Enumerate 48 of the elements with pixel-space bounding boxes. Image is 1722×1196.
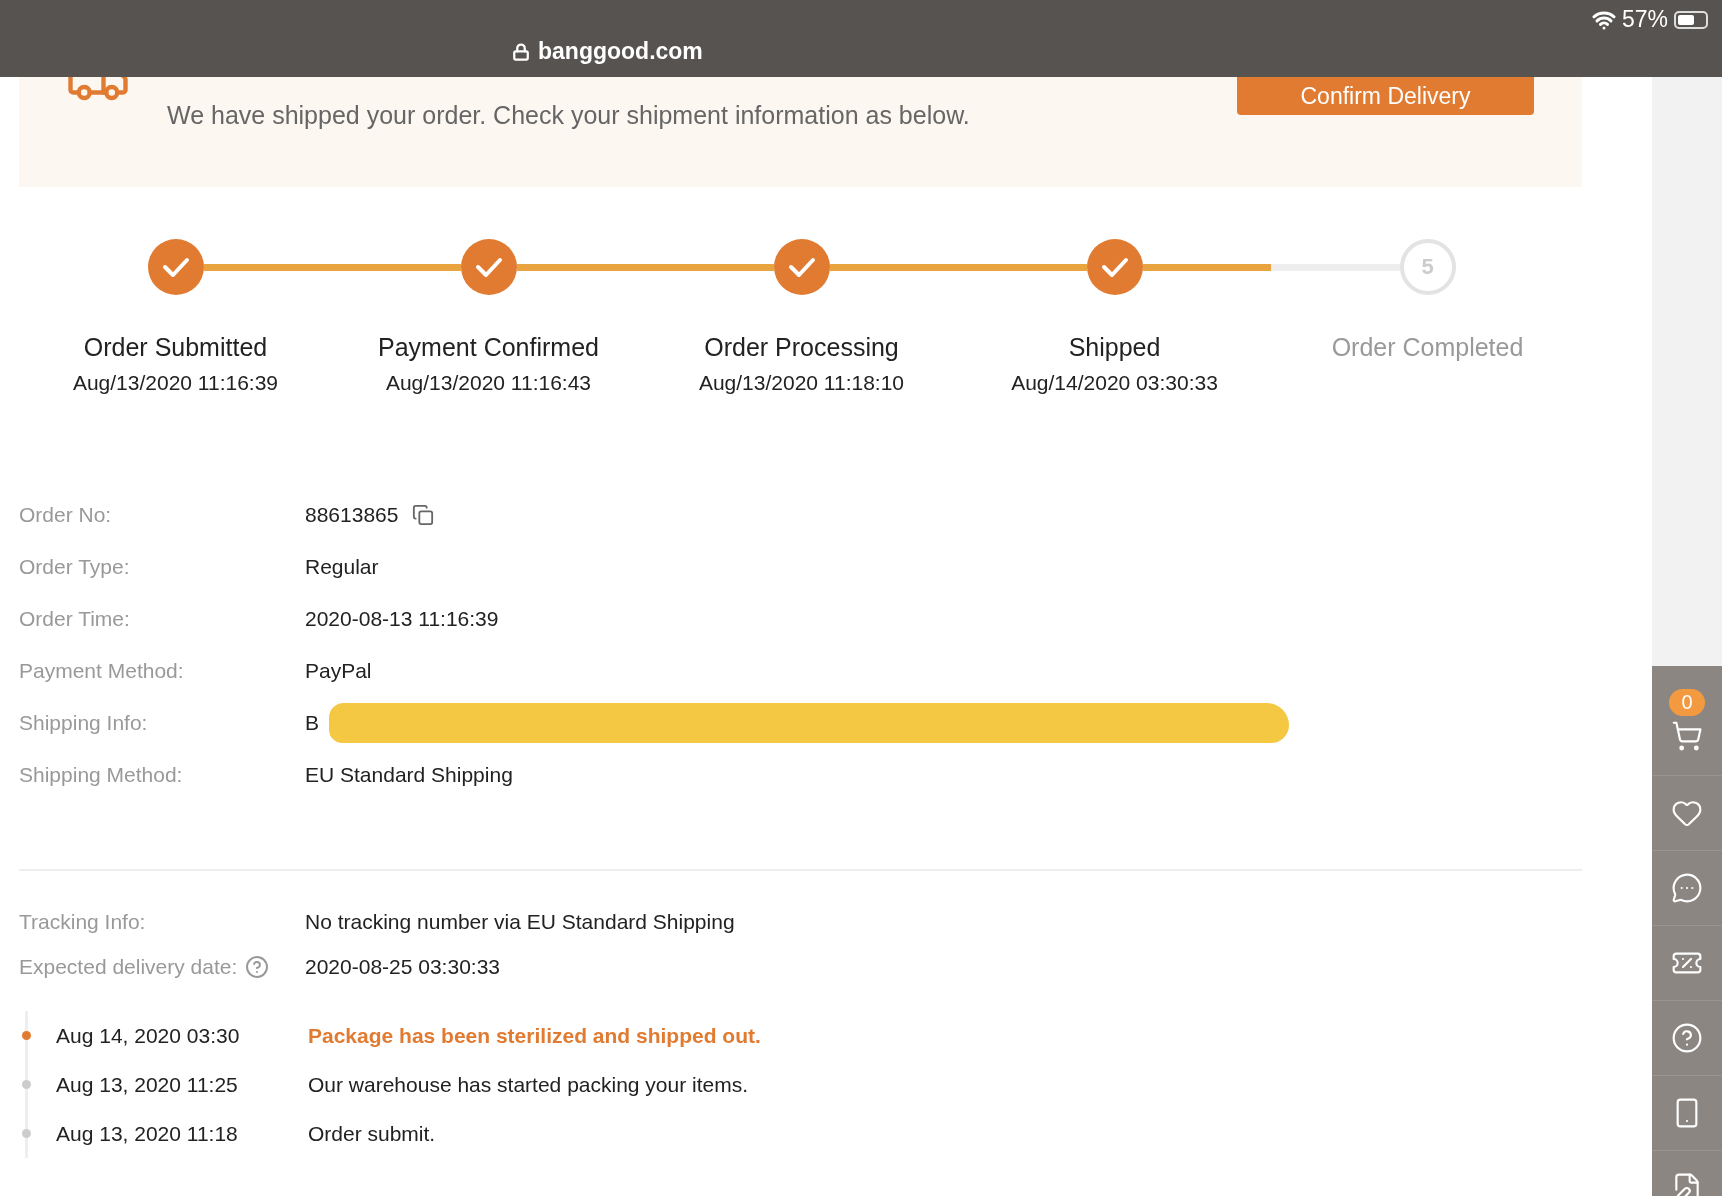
event-time: Aug 13, 2020 11:18 — [56, 1121, 239, 1146]
event-text: Package has been sterilized and shipped out. — [308, 1023, 761, 1048]
info-value: PayPal — [305, 659, 372, 683]
cart-icon — [1671, 720, 1703, 752]
help-icon[interactable] — [245, 954, 270, 979]
step-label: Order Completed — [1331, 333, 1524, 362]
lock-icon — [512, 42, 530, 61]
info-value: Regular — [305, 555, 379, 579]
url-text[interactable]: banggood.com — [538, 38, 703, 65]
info-label: Shipping Method: — [19, 763, 183, 787]
info-label: Tracking Info: — [19, 909, 146, 934]
check-icon — [161, 256, 190, 278]
info-label: Expected delivery date: — [19, 954, 238, 979]
event-text: Our warehouse has started packing your items. — [308, 1072, 749, 1097]
chat-icon — [1671, 872, 1703, 904]
info-label: Order Time: — [19, 607, 130, 631]
step-date: Aug/13/2020 11:16:39 — [72, 371, 279, 395]
info-value: B — [305, 711, 319, 735]
info-label: Shipping Info: — [19, 711, 148, 735]
battery-percent: 57% — [1621, 6, 1668, 33]
check-icon — [474, 256, 503, 278]
banner-message: We have shipped your order. Check your shipment information as below. — [167, 101, 971, 130]
step-label: Order Processing — [704, 333, 899, 362]
step-date: Aug/13/2020 11:18:10 — [698, 371, 905, 395]
info-label: Order No: — [19, 503, 112, 527]
cart-button[interactable]: 0 — [1652, 666, 1722, 776]
event-time: Aug 13, 2020 11:25 — [56, 1072, 239, 1097]
help-icon — [1671, 1022, 1703, 1054]
copy-icon[interactable] — [412, 504, 435, 526]
info-value: 2020-08-25 03:30:33 — [305, 954, 500, 979]
event-text: Order submit. — [308, 1121, 436, 1146]
confirm-delivery-button[interactable]: Confirm Delivery — [1237, 77, 1534, 115]
event-time: Aug 14, 2020 03:30 — [56, 1023, 241, 1048]
info-label: Payment Method: — [19, 659, 184, 683]
info-value: No tracking number via EU Standard Shipping — [305, 909, 735, 934]
step-date: Aug/13/2020 11:16:43 — [385, 371, 592, 395]
step-label: Shipped — [1068, 333, 1161, 362]
info-label: Order Type: — [19, 555, 130, 579]
info-value: 2020-08-13 11:16:39 — [305, 607, 499, 631]
step-date: Aug/14/2020 03:30:33 — [1011, 371, 1218, 395]
cart-count-badge: 0 — [1669, 689, 1705, 716]
check-icon — [1100, 256, 1129, 278]
info-value: EU Standard Shipping — [305, 763, 513, 787]
battery-icon — [1674, 10, 1708, 29]
info-value: 88613865 — [305, 503, 399, 527]
step-label: Payment Confirmed — [378, 333, 599, 362]
check-icon — [787, 256, 816, 278]
step-label: Order Submitted — [83, 333, 268, 362]
